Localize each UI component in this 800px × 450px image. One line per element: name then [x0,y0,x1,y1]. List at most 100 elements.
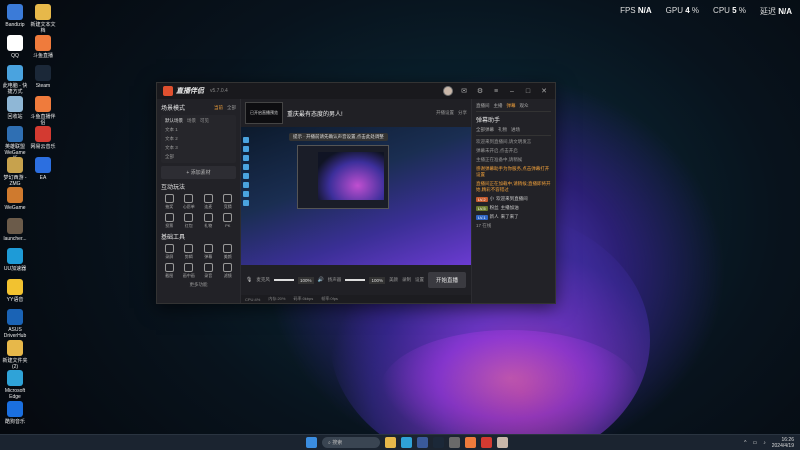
desktop-icon[interactable]: EA [30,156,56,181]
edge-icon[interactable] [401,437,412,448]
source-item[interactable]: 文本 2 [165,136,232,142]
settings-button[interactable]: 设置 [415,277,424,283]
tool-item[interactable]: 竞猜 [220,194,237,210]
tool-item[interactable]: 红包 [181,213,198,229]
tool-item[interactable]: 连麦 [200,194,217,210]
desktop-icon[interactable]: Bandizip [2,4,28,28]
tool-item[interactable]: 心愿单 [181,194,198,210]
tool-item[interactable]: 礼物 [200,213,217,229]
tool-item[interactable]: PK [220,213,237,229]
mic-icon[interactable]: 🎙 [246,277,252,283]
go-live-button[interactable]: 开始直播 [428,272,467,288]
share-button[interactable]: 分享 [458,110,467,116]
network-icon[interactable]: ▭ [753,440,758,446]
search-box[interactable]: ⌕ 搜索 [322,437,380,448]
store-icon[interactable] [417,437,428,448]
app-icon [35,156,51,173]
file-explorer-icon[interactable] [385,437,396,448]
steam-icon[interactable] [433,437,444,448]
source-item[interactable]: 文本 1 [165,127,232,133]
desktop-icon[interactable]: 梦幻西游 - ZMG [2,156,28,187]
tip-banner[interactable]: 提示 · 开播前请先确认声音设置,点击此处调整 [289,133,388,141]
tab-current[interactable]: 当前 [214,105,223,111]
tool-item[interactable]: 剪辑 [181,244,198,260]
start-icon[interactable] [306,437,317,448]
menu-icon[interactable]: ≡ [491,88,501,95]
tool-item[interactable]: 截图 [161,263,178,279]
minimize-icon[interactable]: – [507,88,517,95]
more-functions-button[interactable]: 更多功能 [161,282,236,288]
close-icon[interactable]: ✕ [539,87,549,95]
tab-host[interactable]: 主播 [494,103,503,109]
tool-item[interactable]: 投票 [161,213,178,229]
desktop-icon[interactable]: 网易云音乐 [30,126,56,150]
subtab-all[interactable]: 全部弹幕 [476,127,494,133]
desktop-icon[interactable]: UU加速器 [2,248,28,272]
mic-slider[interactable] [273,279,295,281]
mail-icon[interactable]: ✉ [459,87,469,95]
source-all[interactable]: 全部 [165,154,232,160]
maximize-icon[interactable]: □ [523,88,533,95]
room-header: 已开启直播预览 重庆最有态度的男人! 开播设置 分享 [241,99,471,127]
danmaku-helper-title: 弹幕助手 [476,118,501,124]
settings-icon[interactable]: ⚙ [475,87,485,95]
app-icon[interactable] [497,437,508,448]
desktop-icon[interactable]: Steam [30,65,56,89]
desktop-icon[interactable]: QQ [2,34,28,59]
tool-item[interactable]: 录屏 [161,244,178,260]
app-icon [7,217,23,234]
volume-icon[interactable]: ♪ [763,440,766,446]
stream-preview[interactable]: 提示 · 开播前请先确认声音设置,点击此处调整 [241,127,471,265]
subtab-enter[interactable]: 进场 [511,127,520,133]
cover-thumbnail[interactable]: 已开启直播预览 [245,102,283,124]
scene-mode-row: 场景模式 当前 全部 [161,103,236,113]
desktop-icon[interactable]: YY语音 [2,278,28,303]
settings-app-icon[interactable] [449,437,460,448]
desktop-icon[interactable]: 回收站 [2,95,28,120]
sub-tab-scene[interactable]: 场景 [187,118,196,124]
tab-all[interactable]: 全部 [227,105,236,111]
beauty-button[interactable]: 美颜 [389,277,398,283]
tool-item[interactable]: 滤镜 [220,263,237,279]
speaker-volume: 100% [369,276,385,284]
scenes-header[interactable]: 默认场景 [165,118,183,124]
tool-icon [203,213,213,222]
desktop-icon[interactable]: ASUS DriverHub [2,309,28,339]
tool-item[interactable]: 画中画 [181,263,198,279]
desktop-icon[interactable]: 新建文本文档 [30,4,56,34]
clock[interactable]: 16:26 2024/4/19 [772,437,794,449]
tab-danmaku[interactable]: 弹幕 [507,103,516,109]
room-title[interactable]: 重庆最有态度的男人! [287,109,343,118]
desktop-icon[interactable]: 斗鱼直播 [30,34,56,59]
netease-music-icon[interactable] [481,437,492,448]
tab-room[interactable]: 直播间 [476,103,490,109]
desktop-icon[interactable]: 斗鱼直播伴侣 [30,95,56,126]
tool-item[interactable]: 录音 [200,263,217,279]
desktop-icon-label: YY语音 [6,296,24,303]
desktop-icon[interactable]: WeGame [2,187,28,211]
chat-line: LV.2 小欢迎来到直播间 [476,196,528,202]
tool-item[interactable]: 抽奖 [161,194,178,210]
add-source-button[interactable]: + 添加素材 [161,166,236,179]
douyu-icon[interactable] [465,437,476,448]
desktop-icon[interactable]: launcher... [2,217,28,242]
highlight-msg[interactable]: 感谢弹幕助手为你服务,点击弹幕打开设置 [476,166,551,178]
sub-tab-visible[interactable]: 可见 [200,118,209,124]
tab-audience[interactable]: 观众 [520,103,529,109]
desktop-icon-label: 新建文件夹 (2) [2,357,28,370]
chevron-up-icon[interactable]: ^ [744,440,746,446]
desktop-icon[interactable]: 酷狗音乐 [2,400,28,425]
speaker-icon[interactable]: 🔊 [318,277,324,283]
desktop-icon[interactable]: Microsoft Edge [2,370,28,400]
desktop-icon[interactable]: 此电脑 - 快捷方式 [2,65,28,95]
live-settings-button[interactable]: 开播设置 [436,110,454,116]
avatar[interactable] [443,86,453,96]
record-button[interactable]: 录制 [402,277,411,283]
tool-item[interactable]: 美颜 [220,244,237,260]
source-item[interactable]: 文本 3 [165,145,232,151]
scene-mode-label[interactable]: 场景模式 [161,103,185,112]
subtab-gifts[interactable]: 礼物 [498,127,507,133]
speaker-slider[interactable] [345,279,366,281]
desktop-icon[interactable]: 新建文件夹 (2) [2,339,28,370]
tool-item[interactable]: 弹幕 [200,244,217,260]
